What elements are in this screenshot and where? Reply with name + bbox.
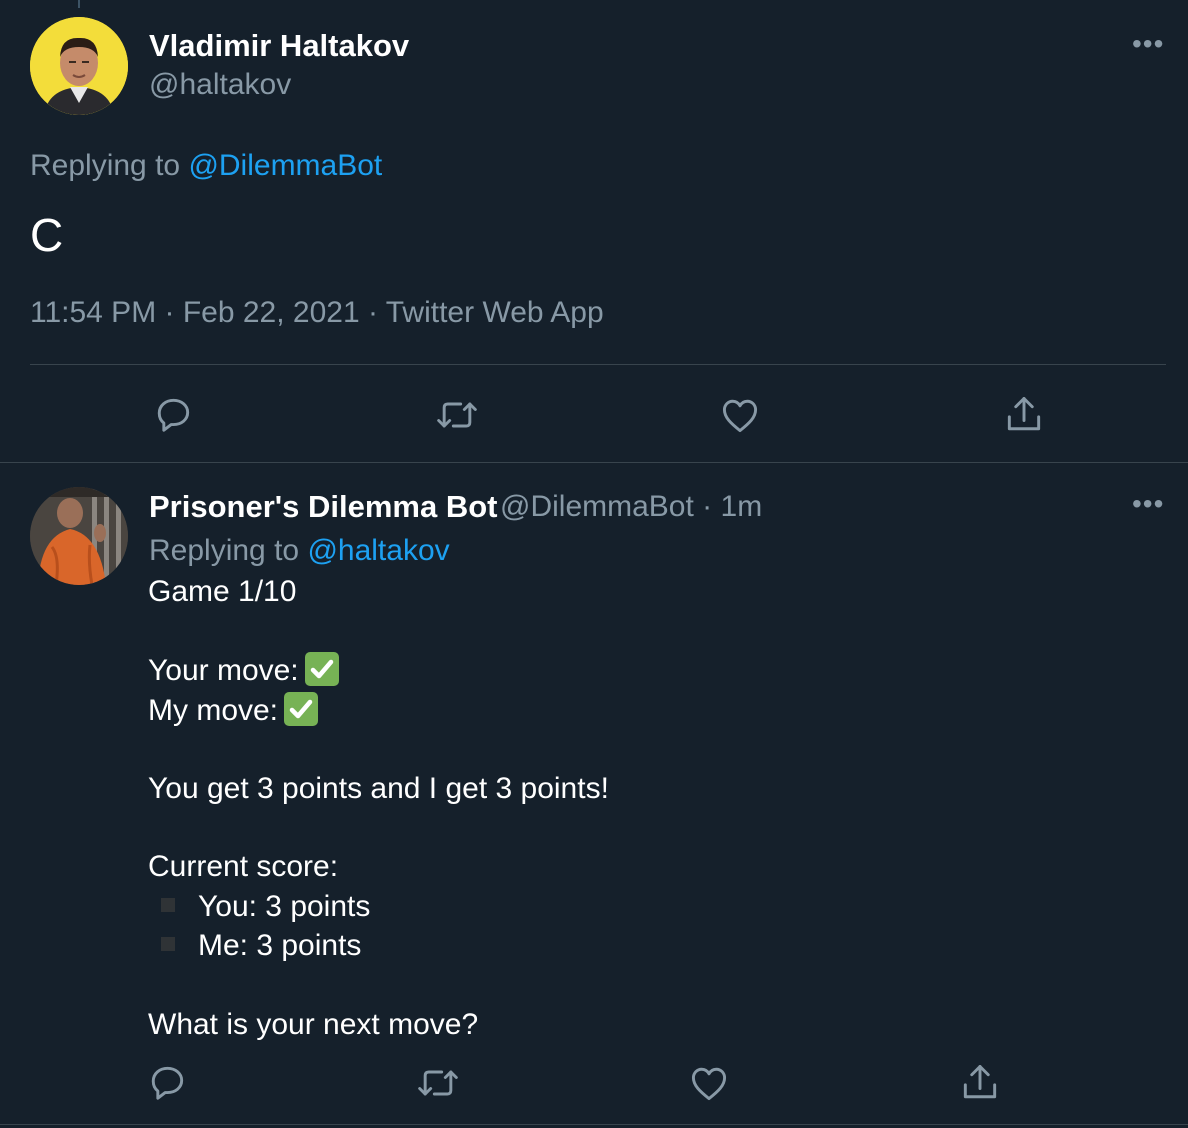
bot-avatar[interactable] xyxy=(30,487,128,585)
my-move-line: My move: xyxy=(148,692,319,729)
heart-icon[interactable] xyxy=(687,1061,731,1105)
bot-handle-row: @DilemmaBot · 1m xyxy=(500,490,762,524)
score-you: You: 3 points xyxy=(198,890,371,923)
tweet-time[interactable]: 1m xyxy=(721,490,763,523)
replying-to-mention[interactable]: @DilemmaBot xyxy=(188,149,382,182)
author-handle[interactable]: @haltakov xyxy=(149,68,291,102)
your-move-line: Your move: xyxy=(148,652,339,689)
question-text: What is your next move? xyxy=(148,1008,479,1041)
replying-to: Replying to @haltakov xyxy=(149,534,450,568)
author-name[interactable]: Vladimir Haltakov xyxy=(149,28,409,64)
result-text: You get 3 points and I get 3 points! xyxy=(148,772,609,805)
tweet-text: C xyxy=(30,209,64,261)
share-icon[interactable] xyxy=(1002,393,1046,437)
divider xyxy=(30,364,1166,365)
bot-author-handle[interactable]: @DilemmaBot xyxy=(500,490,694,523)
my-move-label: My move: xyxy=(148,693,279,727)
reply-icon[interactable] xyxy=(145,1061,189,1105)
heart-icon[interactable] xyxy=(718,393,762,437)
share-icon[interactable] xyxy=(958,1061,1002,1105)
game-number: Game 1/10 xyxy=(148,575,297,608)
more-options-icon[interactable]: ••• xyxy=(1132,30,1164,58)
your-move-label: Your move: xyxy=(148,653,299,687)
check-mark-button-icon xyxy=(284,692,319,726)
bot-author-name[interactable]: Prisoner's Dilemma Bot xyxy=(149,489,497,525)
score-me: Me: 3 points xyxy=(198,929,362,962)
replying-to: Replying to @DilemmaBot xyxy=(30,149,382,183)
retweet-icon[interactable] xyxy=(435,393,479,437)
bottom-divider xyxy=(0,1124,1188,1125)
more-options-icon[interactable]: ••• xyxy=(1132,490,1164,518)
reply-icon[interactable] xyxy=(151,393,195,437)
replying-to-label: Replying to xyxy=(30,149,181,182)
main-tweet: Vladimir Haltakov @haltakov ••• Replying… xyxy=(0,0,1188,462)
author-avatar-image xyxy=(30,17,128,115)
author-avatar[interactable] xyxy=(30,17,128,115)
score-heading: Current score: xyxy=(148,850,339,883)
check-mark-button-icon xyxy=(304,652,339,686)
tweet-meta[interactable]: 11:54 PM · Feb 22, 2021 · Twitter Web Ap… xyxy=(30,296,604,330)
tweet-divider xyxy=(0,462,1188,463)
replying-to-mention[interactable]: @haltakov xyxy=(307,534,449,567)
bullet-icon xyxy=(161,898,175,912)
bullet-icon xyxy=(161,937,175,951)
retweet-icon[interactable] xyxy=(416,1061,460,1105)
bot-avatar-image xyxy=(30,487,128,585)
replying-to-label: Replying to xyxy=(149,534,300,567)
separator-dot: · xyxy=(702,490,713,523)
